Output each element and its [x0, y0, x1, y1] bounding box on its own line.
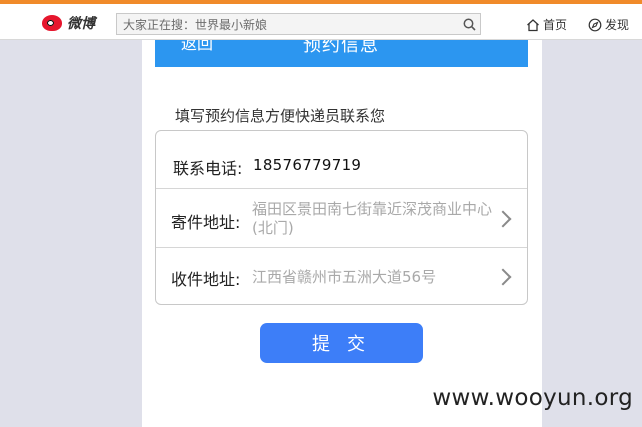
nav-home-label: 首页 [543, 18, 568, 32]
sender-address-field[interactable]: 福田区景田南七街靠近深茂商业中心(北门) [252, 200, 500, 238]
search-input[interactable]: 大家正在搜：世界最小新娘 [116, 13, 481, 35]
page-header: 返回 预约信息 [155, 40, 528, 67]
form-instruction: 填写预约信息方便快递员联系您 [175, 107, 386, 125]
phone-row[interactable]: 联系电话: 18576779719 [156, 131, 527, 189]
compass-icon [588, 18, 602, 32]
weibo-logo-icon [42, 15, 62, 31]
sender-address-label: 寄件地址: [171, 213, 241, 232]
phone-field[interactable]: 18576779719 [253, 156, 361, 174]
phone-label: 联系电话: [173, 159, 243, 178]
receiver-address-field[interactable]: 江西省赣州市五洲大道56号 [252, 266, 436, 287]
page-title: 预约信息 [303, 40, 379, 56]
appointment-panel: 返回 预约信息 填写预约信息方便快递员联系您 联系电话: 18576779719… [142, 40, 542, 427]
sender-address-row[interactable]: 寄件地址: 福田区景田南七街靠近深茂商业中心(北门) [156, 189, 527, 248]
weibo-logo-text: 微博 [67, 16, 95, 32]
receiver-address-row[interactable]: 收件地址: 江西省赣州市五洲大道56号 [156, 248, 527, 304]
receiver-address-label: 收件地址: [171, 270, 241, 289]
search-icon[interactable] [458, 18, 480, 31]
chevron-right-icon[interactable] [494, 268, 512, 286]
submit-button[interactable]: 提 交 [260, 323, 423, 363]
nav-discover-label: 发现 [605, 18, 630, 32]
back-button[interactable]: 返回 [181, 40, 213, 54]
appointment-form: 联系电话: 18576779719 寄件地址: 福田区景田南七街靠近深茂商业中心… [155, 130, 528, 305]
weibo-logo[interactable]: 微博 [42, 13, 95, 33]
watermark: www.wooyun.org [432, 385, 633, 411]
weibo-topbar: 微博 大家正在搜：世界最小新娘 首页 发现 [0, 0, 642, 40]
home-icon [526, 18, 540, 32]
nav-discover[interactable]: 发现 [588, 16, 629, 33]
nav-home[interactable]: 首页 [526, 16, 567, 33]
search-placeholder[interactable]: 大家正在搜：世界最小新娘 [117, 16, 458, 33]
